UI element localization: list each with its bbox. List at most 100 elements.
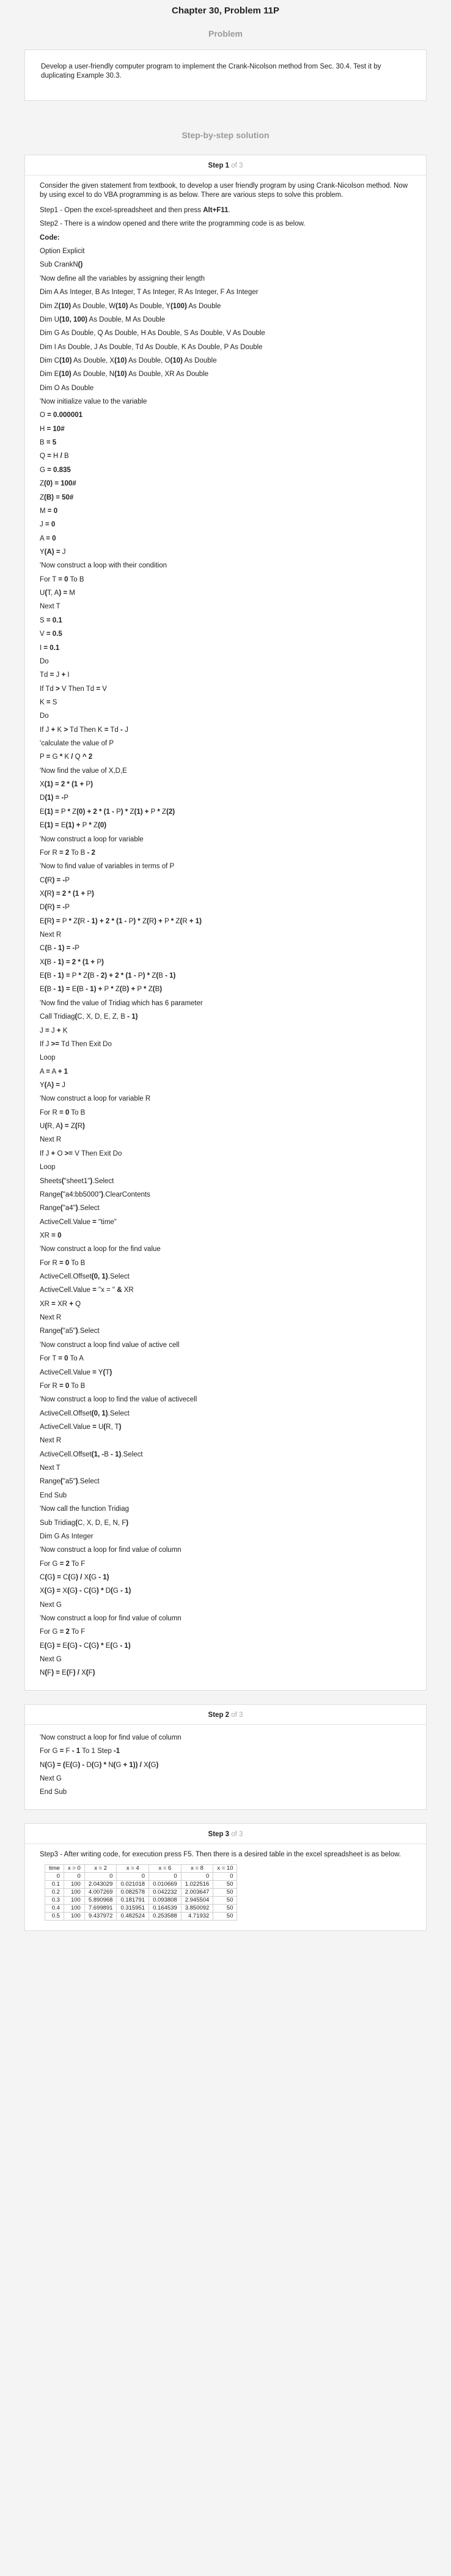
code-line: 'Now initialize value to the variable: [40, 398, 147, 406]
table-cell: 0: [180, 1872, 214, 1881]
code-line: 'Now construct a loop for the find value: [40, 1246, 161, 1253]
table-cell: 50: [213, 1888, 238, 1897]
code-line: For G = 2 To F: [40, 1628, 86, 1636]
code-line: Next G: [40, 1601, 62, 1609]
table-header-row: time x = 0x = 2x = 4x = 6x = 8x = 10: [45, 1864, 238, 1873]
table-cell: 0.3: [45, 1895, 64, 1905]
code-line: Z(B) = 50#: [40, 493, 74, 501]
table-cell: 0.010669: [148, 1880, 182, 1889]
code-line: 'Now to find value of variables in terms…: [40, 863, 175, 871]
code-line: ActiveCell.Offset(1, -B - 1).Select: [40, 1450, 143, 1458]
code-line: A = A + 1: [40, 1068, 68, 1076]
code-line: If J + O >= V Then Exit Do: [40, 1150, 122, 1157]
code-line: C(B - 1) = -P: [40, 945, 79, 953]
code-line: 'Now construct a loop for variable R: [40, 1095, 151, 1103]
code-line: Range("a4").Select: [40, 1205, 100, 1212]
table-cell: 100: [63, 1888, 85, 1897]
table-row: 0.5 100 9.437972 0.482524 0.253588 4.71932 50: [45, 1911, 238, 1921]
code-line: Range("a5").Select: [40, 1327, 100, 1335]
step-count: of 3: [229, 1711, 243, 1719]
code-line: Option Explicit: [40, 248, 85, 256]
step-title: Step 3: [208, 1830, 230, 1838]
code-line: E(R) = P * Z(R - 1) + 2 * (1 - P) * Z(R)…: [40, 917, 202, 925]
code-line: Sub CrankN(): [40, 261, 83, 269]
table-cell: 0.4: [45, 1903, 64, 1913]
table-cell: 0.164539: [148, 1903, 182, 1913]
code-line: Next T: [40, 603, 61, 611]
table-header-cell: time: [45, 1864, 64, 1873]
table-cell: 100: [63, 1911, 85, 1921]
code-line: 'Now construct a loop for find value of …: [40, 1615, 182, 1623]
code-line: H = 10#: [40, 425, 65, 433]
table-cell: 0: [116, 1872, 150, 1881]
code-line: Code:: [40, 234, 60, 242]
results-table: time x = 0x = 2x = 4x = 6x = 8x = 10 0000…: [45, 1864, 238, 1921]
code-line: For T = 0 To B: [40, 575, 84, 583]
code-line: X(G) = X(G) - C(G) * D(G - 1): [40, 1587, 131, 1595]
table-cell: 3.850092: [180, 1903, 214, 1913]
code-line: S = 0.1: [40, 616, 62, 624]
code-line: D(R) = -P: [40, 904, 70, 912]
table-cell: 50: [213, 1880, 238, 1889]
table-cell: 0: [84, 1872, 117, 1881]
step-2-header: Step 2 of 3: [40, 1710, 411, 1721]
code-line: Loop: [40, 1054, 56, 1062]
code-line: XR = 0: [40, 1231, 62, 1239]
code-line: Dim A As Integer, B As Integer, T As Int…: [40, 289, 258, 297]
table-cell: 50: [213, 1895, 238, 1905]
table-header-cell: x = 4: [116, 1864, 150, 1873]
step-count: of 3: [229, 162, 243, 169]
table-cell: 0.482524: [116, 1911, 150, 1921]
code-line: Z(0) = 100#: [40, 480, 76, 488]
step-2-card: Step 2 of 3 'Now construct a loop for fi…: [24, 1703, 427, 1810]
table-cell: 4.007269: [84, 1888, 117, 1897]
code-line: ActiveCell.Value = "time": [40, 1218, 117, 1226]
code-line: E(1) = P * Z(0) + 2 * (1 - P) * Z(1) + P…: [40, 808, 175, 816]
code-line: Td = J + I: [40, 671, 70, 679]
code-line: O = 0.000001: [40, 411, 83, 419]
table-cell: 0.1: [45, 1880, 64, 1889]
code-line: 'Now construct a loop find value of acti…: [40, 1341, 180, 1349]
code-line: J = J + K: [40, 1027, 68, 1035]
code-line: Y(A) = J: [40, 1082, 65, 1089]
step-1-card: Step 1 of 3 Consider the given statement…: [24, 155, 427, 1691]
code-line: 'Now construct a loop with their conditi…: [40, 562, 167, 570]
code-line: Do: [40, 712, 49, 720]
code-line: C(R) = -P: [40, 876, 70, 884]
code-line: E(B - 1) = E(B - 1) + P * Z(B) + P * Z(B…: [40, 986, 163, 994]
code-line: 'Now find the value of Tridiag which has…: [40, 999, 203, 1007]
code-line: Do: [40, 657, 49, 665]
table-cell: 0.021018: [116, 1880, 150, 1889]
code-line: ActiveCell.Value = Y(T): [40, 1368, 112, 1376]
table-cell: 4.71932: [180, 1911, 214, 1921]
code-line: For G = F - 1 To 1 Step -1: [40, 1747, 120, 1755]
code-line: If J >= Td Then Exit Do: [40, 1040, 112, 1048]
code-line: X(R) = 2 * (1 + P): [40, 890, 94, 898]
table-cell: 0.093808: [148, 1895, 182, 1905]
table-cell: 7.699891: [84, 1903, 117, 1913]
step-1-code: Step1 - Open the excel-spreadsheet and t…: [40, 204, 411, 1680]
code-line: Next G: [40, 1656, 62, 1664]
table-cell: 0.181791: [116, 1895, 150, 1905]
table-cell: 0.082578: [116, 1888, 150, 1897]
code-line: I = 0.1: [40, 644, 60, 652]
code-line: Loop: [40, 1164, 56, 1172]
code-line: X(B - 1) = 2 * (1 + P): [40, 958, 104, 966]
code-line: Dim U(10, 100) As Double, M As Double: [40, 316, 166, 323]
table-cell: 2.003647: [180, 1888, 214, 1897]
table-cell: 0.315951: [116, 1903, 150, 1913]
code-line: 'Now construct a loop for find value of …: [40, 1733, 182, 1741]
code-line: If Td > V Then Td = V: [40, 685, 107, 693]
code-line: For R = 0 To B: [40, 1382, 86, 1390]
code-line: For R = 0 To B: [40, 1259, 86, 1267]
code-line: K = S: [40, 698, 57, 706]
step-3-intro: Step3 - After writing code, for executio…: [40, 1850, 402, 1858]
table-cell: 100: [63, 1903, 85, 1913]
code-line: U(R, A) = Z(R): [40, 1123, 85, 1131]
code-line: 'Now define all the variables by assigni…: [40, 275, 205, 282]
code-line: E(G) = E(G) - C(G) * E(G - 1): [40, 1642, 131, 1650]
code-line: 'Now construct a loop for find value of …: [40, 1546, 182, 1554]
code-line: 'calculate the value of P: [40, 740, 114, 748]
code-line: End Sub: [40, 1788, 67, 1796]
code-line: Q = H / B: [40, 452, 69, 460]
